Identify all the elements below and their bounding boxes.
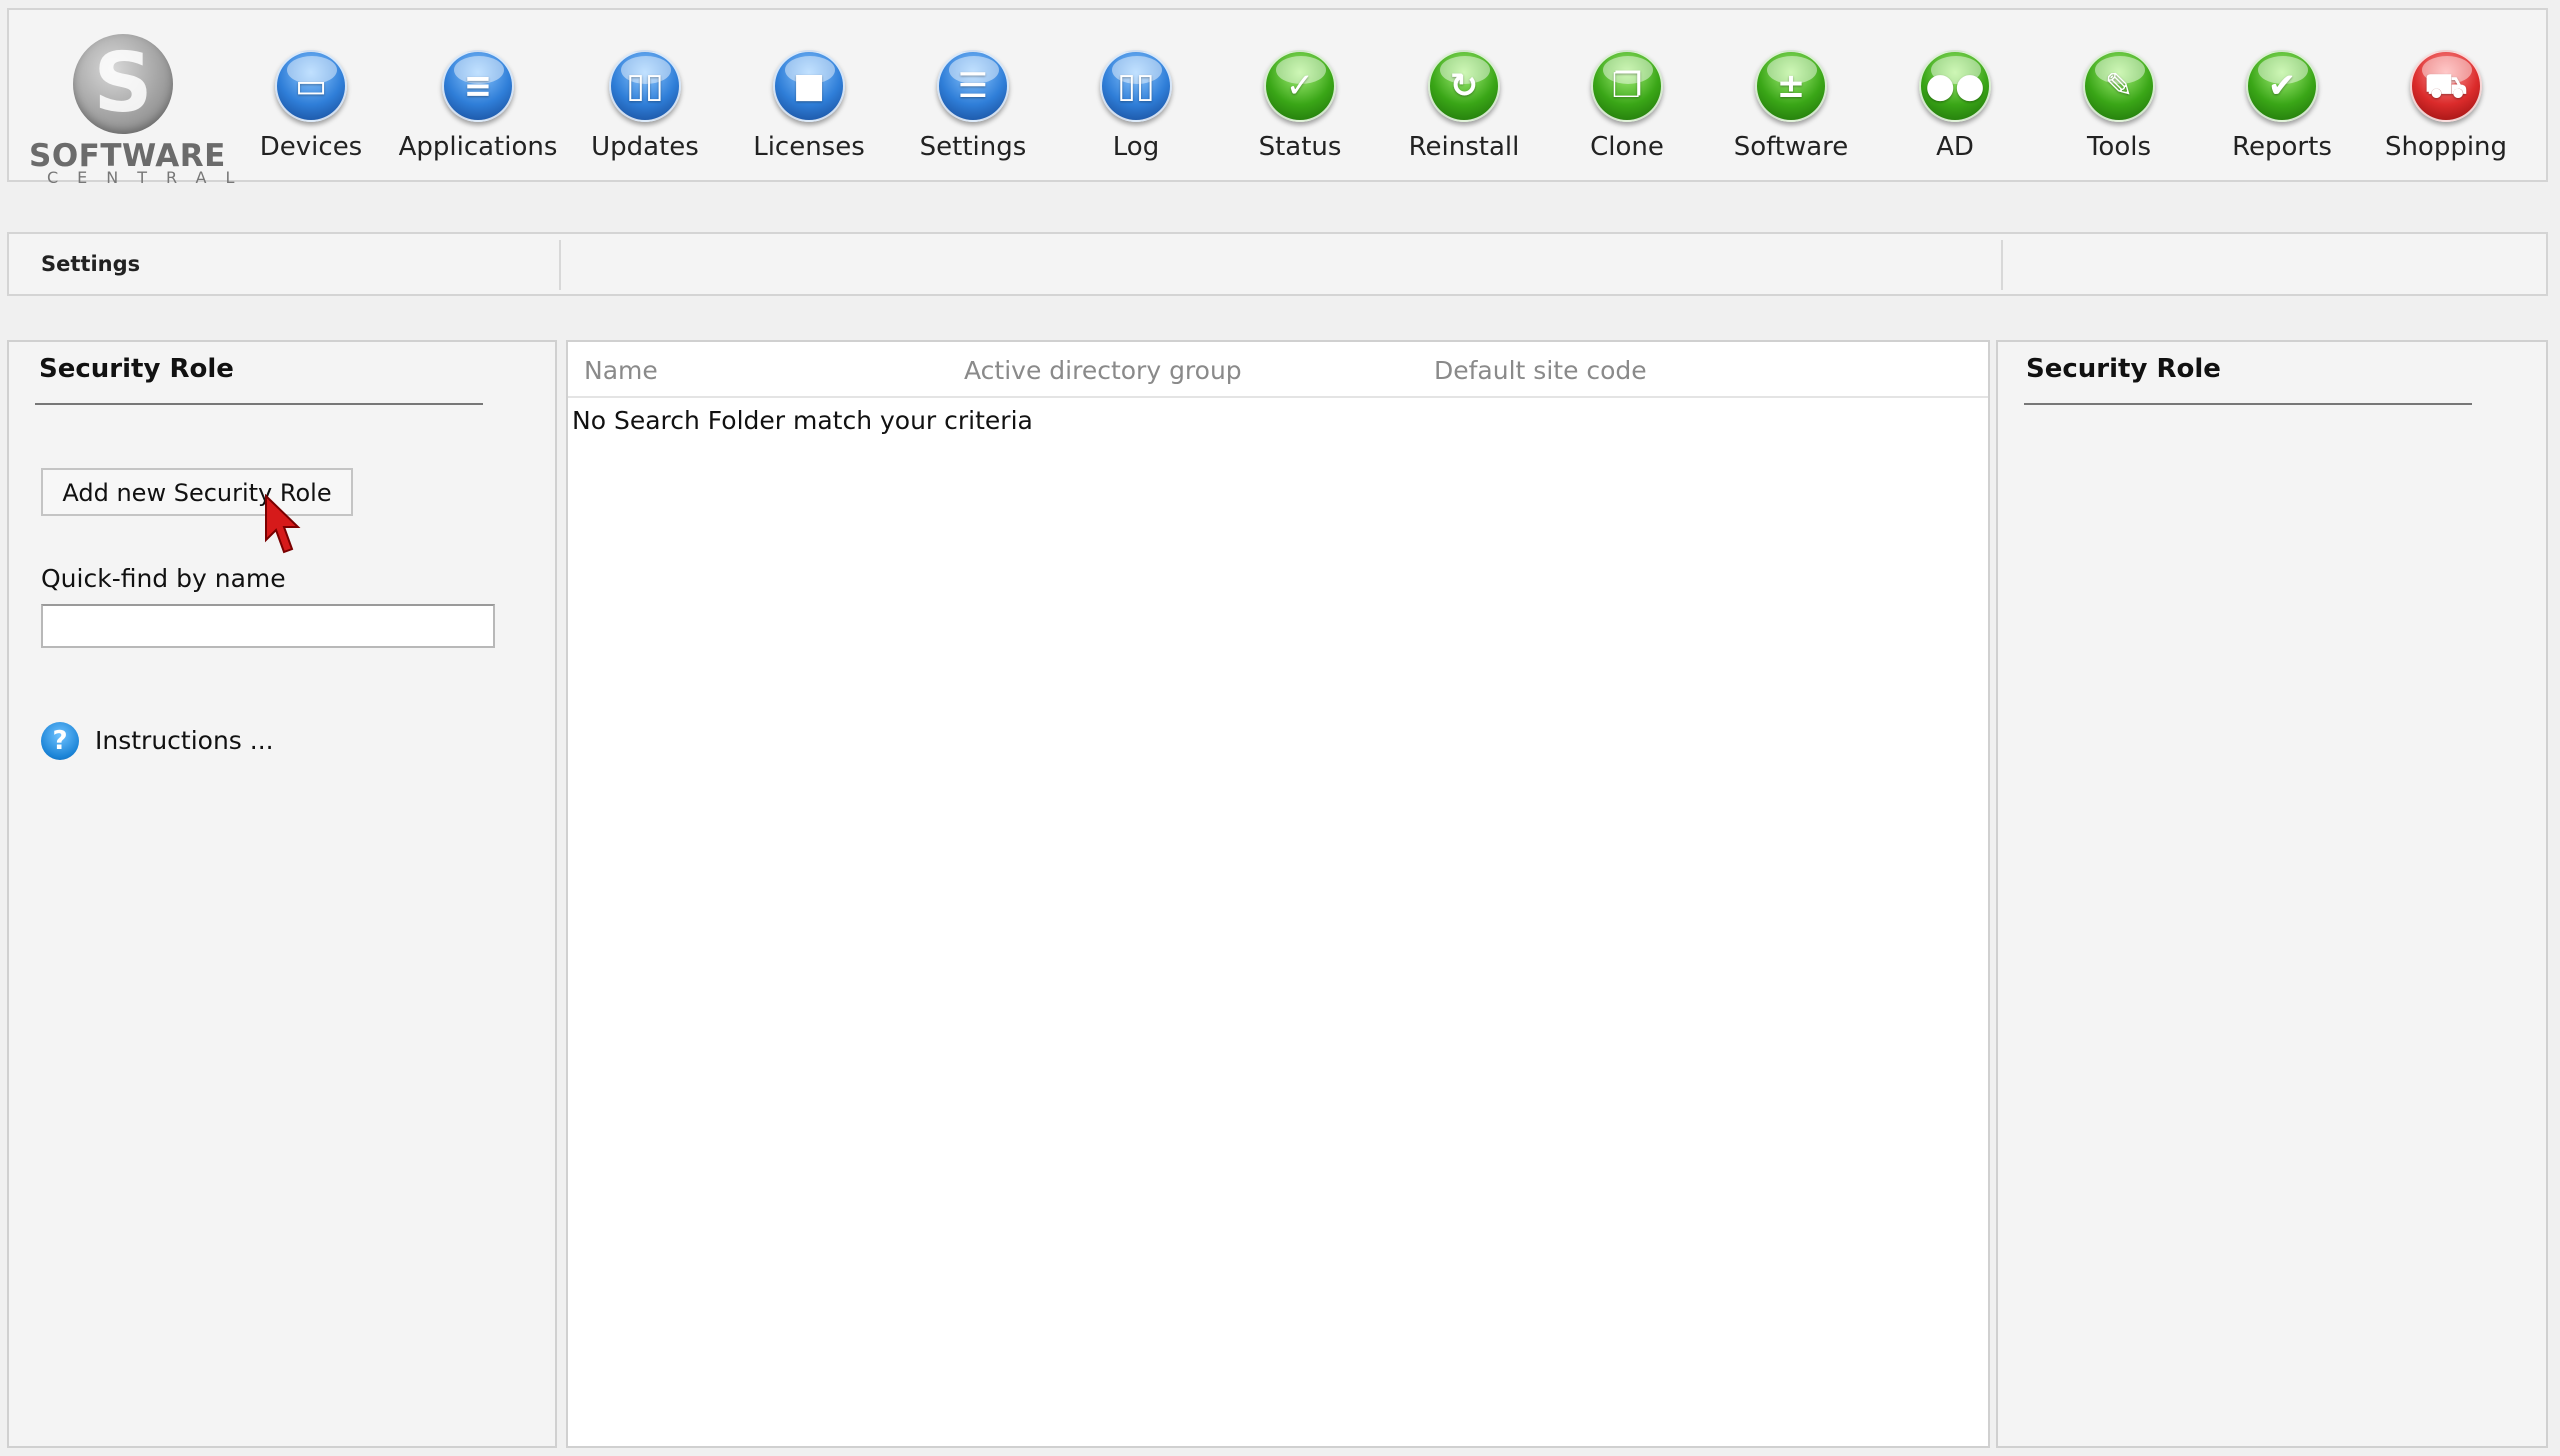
nav-log[interactable]: ▯▯ Log bbox=[1056, 20, 1216, 170]
nav-label: Reinstall bbox=[1408, 132, 1520, 162]
nav-settings[interactable]: ☰ Settings bbox=[893, 20, 1053, 170]
nav-label: Log bbox=[1112, 132, 1160, 162]
column-header-ad-group[interactable]: Active directory group bbox=[964, 356, 1242, 385]
nav-label: Reports bbox=[2232, 132, 2332, 162]
checklist-icon: ☰ bbox=[937, 50, 1009, 122]
nav-updates[interactable]: ▯▯ Updates bbox=[565, 20, 725, 170]
wrench-icon: ✎ bbox=[2083, 50, 2155, 122]
instructions-label: Instructions ... bbox=[95, 726, 274, 755]
nav-label: Shopping bbox=[2384, 132, 2508, 162]
stack-icon: ≡ bbox=[442, 50, 514, 122]
breadcrumb: Settings bbox=[7, 232, 2548, 296]
users-icon: ●● bbox=[1919, 50, 1991, 122]
add-security-role-button[interactable]: Add new Security Role bbox=[41, 468, 353, 516]
nav-reinstall[interactable]: ↻ Reinstall bbox=[1384, 20, 1544, 170]
nav-label: Tools bbox=[2086, 132, 2152, 162]
nav-devices[interactable]: ▭ Devices bbox=[231, 20, 391, 170]
nav-label: Software bbox=[1733, 132, 1849, 162]
checkmark-icon: ✓ bbox=[1264, 50, 1336, 122]
security-role-details: Security Role bbox=[1996, 340, 2548, 1448]
nav-licenses[interactable]: ■ Licenses bbox=[729, 20, 889, 170]
heading-underline bbox=[2024, 403, 2472, 405]
nav-reports[interactable]: ✔ Reports bbox=[2202, 20, 2362, 170]
breadcrumb-divider bbox=[559, 240, 561, 290]
empty-state-message: No Search Folder match your criteria bbox=[572, 406, 1033, 435]
nav-tools[interactable]: ✎ Tools bbox=[2039, 20, 2199, 170]
folder-icon: ■ bbox=[773, 50, 845, 122]
panel-heading: Security Role bbox=[39, 354, 234, 384]
mouse-cursor-icon bbox=[265, 494, 301, 554]
cart-icon: ⛟ bbox=[2410, 50, 2482, 122]
monitor-icon: ▭ bbox=[275, 50, 347, 122]
nav-applications[interactable]: ≡ Applications bbox=[398, 20, 558, 170]
breadcrumb-title: Settings bbox=[41, 252, 141, 276]
top-navigation-bar: SOFTWARE CENTRAL ▭ Devices ≡ Application… bbox=[7, 8, 2548, 186]
quickfind-input[interactable] bbox=[41, 604, 495, 648]
column-header-name[interactable]: Name bbox=[584, 356, 658, 385]
refresh-icon: ↻ bbox=[1428, 50, 1500, 122]
nav-label: Updates bbox=[591, 132, 699, 162]
book-open-icon: ▯▯ bbox=[609, 50, 681, 122]
heading-underline bbox=[35, 403, 483, 405]
copy-icon: ❐ bbox=[1591, 50, 1663, 122]
column-header-site-code[interactable]: Default site code bbox=[1434, 356, 1647, 385]
quickfind-label: Quick-find by name bbox=[41, 564, 286, 593]
nav-label: Devices bbox=[259, 132, 363, 162]
breadcrumb-divider bbox=[2001, 240, 2003, 290]
nav-label: Clone bbox=[1590, 132, 1664, 162]
nav-ad[interactable]: ●● AD bbox=[1875, 20, 2035, 170]
book-icon: ▯▯ bbox=[1100, 50, 1172, 122]
nav-label: Status bbox=[1258, 132, 1342, 162]
nav-label: Settings bbox=[919, 132, 1027, 162]
nav-label: Licenses bbox=[753, 132, 865, 162]
nav-label: Applications bbox=[398, 132, 558, 162]
clipboard-icon: ✔ bbox=[2246, 50, 2318, 122]
nav-clone[interactable]: ❐ Clone bbox=[1547, 20, 1707, 170]
table-header: Name Active directory group Default site… bbox=[568, 342, 1988, 398]
software-central-logo[interactable]: SOFTWARE CENTRAL bbox=[23, 24, 234, 186]
nav-shopping[interactable]: ⛟ Shopping bbox=[2366, 20, 2526, 170]
logo-text-secondary: CENTRAL bbox=[47, 168, 254, 187]
panel-heading: Security Role bbox=[2026, 354, 2221, 384]
nav-status[interactable]: ✓ Status bbox=[1220, 20, 1380, 170]
security-role-table: Name Active directory group Default site… bbox=[566, 340, 1990, 1448]
plus-minus-icon: ± bbox=[1755, 50, 1827, 122]
nav-label: AD bbox=[1936, 132, 1974, 162]
logo-emblem bbox=[73, 34, 173, 134]
help-icon: ? bbox=[41, 722, 79, 760]
nav-software[interactable]: ± Software bbox=[1711, 20, 1871, 170]
